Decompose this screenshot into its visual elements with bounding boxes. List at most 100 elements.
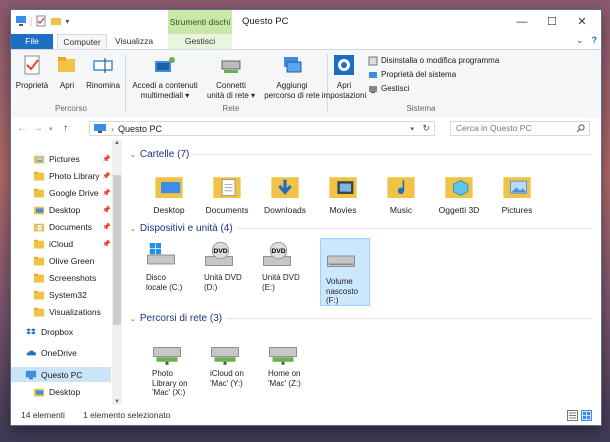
sidebar-item-desktop[interactable]: Desktop	[11, 384, 111, 399]
window-title: Questo PC	[242, 16, 289, 27]
folder-movies[interactable]: Movies	[318, 170, 368, 215]
sidebar-item-label: Visualizations	[49, 306, 101, 317]
map-drive-button[interactable]: Connetti unità di rete ▾	[203, 54, 259, 101]
back-icon[interactable]: ←	[17, 123, 27, 134]
pin-icon[interactable]: 📌	[102, 155, 111, 163]
forward-icon[interactable]: →	[33, 123, 43, 134]
sidebar-item-dropbox[interactable]: Dropbox	[11, 324, 111, 339]
help-icon[interactable]: ?	[592, 35, 598, 46]
folder-label: Downloads	[263, 205, 307, 215]
tab-file[interactable]: File	[11, 34, 53, 49]
sidebar-item-photo-library[interactable]: Photo Library 📌	[11, 168, 111, 183]
collapse-chevron-icon[interactable]: ⌄	[130, 225, 136, 233]
drive-label: (D:)	[204, 282, 218, 292]
section-title-cartelle: Cartelle (7)	[139, 149, 190, 160]
drive-label: Unità DVD	[262, 273, 300, 282]
context-tab-strumenti-dischi[interactable]: Strumenti dischi	[168, 10, 232, 34]
pin-icon[interactable]: 📌	[102, 240, 111, 248]
system-properties-button[interactable]: Proprietà del sistema	[368, 68, 499, 82]
up-icon[interactable]: ↑	[63, 123, 68, 134]
drive-0[interactable]: Disco locale (C:)	[146, 240, 196, 292]
search-input[interactable]: Cerca in Questo PC	[450, 121, 590, 136]
sidebar-item-icloud[interactable]: iCloud 📌	[11, 236, 111, 251]
uninstall-label: Disinstalla o modifica programma	[381, 56, 500, 65]
disk-drive-icon	[327, 255, 355, 267]
sidebar-item-screenshots[interactable]: Screenshots	[11, 270, 111, 285]
network-drive-label: Photo	[152, 369, 173, 378]
large-icons-view-icon[interactable]	[581, 410, 592, 421]
minimize-button[interactable]: —	[507, 10, 537, 34]
new-folder-icon[interactable]	[50, 15, 62, 27]
drive-1[interactable]: DVD Unità DVD (D:)	[204, 240, 254, 292]
sidebar-item-system32[interactable]: System32	[11, 287, 111, 302]
onedrive-icon	[26, 350, 37, 355]
tab-visualizza[interactable]: Visualizza	[109, 34, 159, 49]
refresh-icon[interactable]: ↻	[422, 123, 430, 134]
open-button[interactable]: Apri	[55, 54, 79, 91]
folder-oggetti-3d[interactable]: Oggetti 3D	[434, 170, 484, 215]
tab-gestisci[interactable]: Gestisci	[168, 34, 232, 49]
details-view-icon[interactable]	[567, 410, 578, 421]
network-drive-1[interactable]: iCloud on 'Mac' (Y:)	[210, 337, 262, 388]
system-actions: Disinstalla o modifica programma Proprie…	[368, 54, 499, 96]
tab-computer[interactable]: Computer	[57, 34, 107, 50]
folder-desktop[interactable]: Desktop	[144, 170, 194, 215]
nav-scroll-thumb[interactable]	[113, 175, 121, 325]
sidebar-item-google-drive[interactable]: Google Drive 📌	[11, 185, 111, 200]
rename-button[interactable]: Rinomina	[85, 54, 121, 91]
downloads-folder-icon	[271, 177, 299, 198]
folder-documents[interactable]: Documents	[202, 170, 252, 215]
breadcrumb-item-questo-pc[interactable]: Questo PC	[118, 124, 162, 134]
manage-button[interactable]: Gestisci	[368, 82, 499, 96]
network-drive-2[interactable]: Home on 'Mac' (Z:)	[268, 337, 320, 388]
pin-icon[interactable]: 📌	[102, 206, 111, 214]
add-network-location-button[interactable]: Aggiungi percorso di rete	[261, 54, 323, 101]
sidebar-item-onedrive[interactable]: OneDrive	[11, 345, 111, 360]
sidebar-item-pictures[interactable]: Pictures 📌	[11, 151, 111, 166]
pin-icon[interactable]: 📌	[102, 223, 111, 231]
sidebar-item-olive-green[interactable]: Olive Green	[11, 253, 111, 268]
properties-icon[interactable]	[35, 15, 47, 27]
network-drive-0[interactable]: Photo Library on 'Mac' (X:)	[152, 337, 204, 398]
sidebar-item-documents[interactable]: Documents 📌	[11, 219, 111, 234]
section-cartelle[interactable]: ⌄ Cartelle (7)	[130, 149, 592, 160]
pin-icon[interactable]: 📌	[102, 172, 111, 180]
address-dropdown-icon[interactable]: ▾	[410, 125, 414, 133]
breadcrumb[interactable]: › Questo PC ▾ ↻	[89, 121, 435, 136]
sidebar-item-questo-pc[interactable]: Questo PC	[11, 367, 111, 382]
collapse-chevron-icon[interactable]: ⌄	[130, 151, 136, 159]
drive-3[interactable]: Volume nascosto (F:)	[320, 238, 370, 306]
sidebar-item-documents[interactable]: Documents	[11, 401, 111, 406]
close-button[interactable]: ✕	[567, 10, 597, 34]
group-label-rete: Rete	[222, 104, 240, 113]
properties-button[interactable]: Proprietà	[15, 54, 49, 91]
pc-icon[interactable]	[15, 15, 27, 27]
sidebar-item-label: OneDrive	[41, 347, 77, 358]
sidebar-item-desktop[interactable]: Desktop 📌	[11, 202, 111, 217]
maximize-button[interactable]: ☐	[537, 10, 567, 34]
media-access-button[interactable]: Accedi a contenuti multimediali ▾	[129, 54, 201, 101]
folder-downloads[interactable]: Downloads	[260, 170, 310, 215]
recent-locations-icon[interactable]: ▾	[49, 125, 53, 133]
folder-pictures[interactable]: Pictures	[492, 170, 542, 215]
nav-scrollbar[interactable]: ▲ ▼	[112, 140, 122, 405]
scroll-down-icon[interactable]: ▼	[114, 399, 120, 405]
desktop-icon	[33, 388, 45, 396]
sidebar-item-visualizations[interactable]: Visualizations	[11, 304, 111, 319]
section-dispositivi[interactable]: ⌄ Dispositivi e unità (4)	[130, 223, 592, 234]
breadcrumb-chevron-icon[interactable]: ›	[111, 124, 114, 134]
pin-icon[interactable]: 📌	[102, 189, 111, 197]
ribbon-collapse-icon[interactable]: ⌄	[576, 35, 584, 46]
section-percorsi-di-rete[interactable]: ⌄ Percorsi di rete (3)	[130, 313, 592, 324]
folder-music[interactable]: Music	[376, 170, 426, 215]
qat-dropdown-icon[interactable]: ▾	[65, 17, 69, 26]
uninstall-program-button[interactable]: Disinstalla o modifica programma	[368, 54, 499, 68]
network-drive-label: Home on	[268, 369, 301, 378]
scroll-up-icon[interactable]: ▲	[114, 140, 120, 146]
drive-label: locale (C:)	[146, 282, 183, 292]
sidebar-item-label: Olive Green	[49, 255, 95, 266]
open-settings-button[interactable]: Apri impostazioni	[319, 54, 369, 101]
collapse-chevron-icon[interactable]: ⌄	[130, 315, 136, 323]
drive-2[interactable]: DVD Unità DVD (E:)	[262, 240, 312, 292]
network-drive-icon	[269, 347, 297, 365]
